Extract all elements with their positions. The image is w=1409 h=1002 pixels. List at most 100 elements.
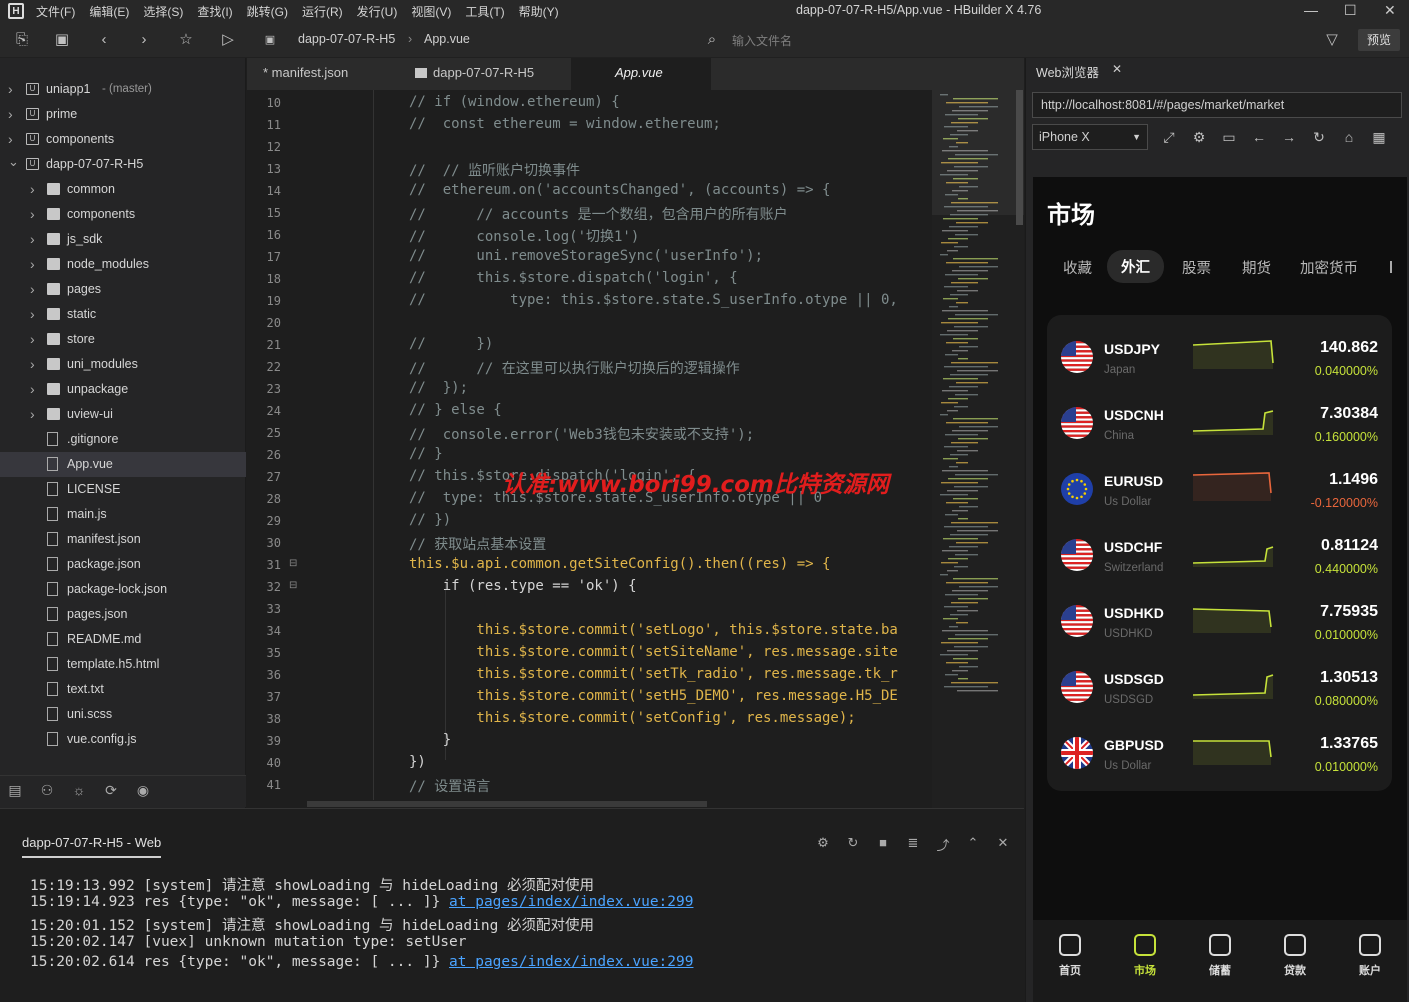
nav-home[interactable]: 首页 xyxy=(1045,934,1095,978)
code-editor[interactable]: 10 // if (window.ethereum) {11 // const et… xyxy=(247,90,932,800)
chevron-right-icon[interactable]: › xyxy=(30,206,35,222)
quote-row[interactable]: USDHKD USDHKD 7.75935 0.010000% xyxy=(1047,587,1392,653)
minimize-icon[interactable]: — xyxy=(1304,2,1318,18)
chevron-down-icon[interactable]: ⌄ xyxy=(8,154,19,170)
tree-item-19[interactable]: package.json xyxy=(0,552,246,577)
tree-item-6[interactable]: › js_sdk xyxy=(0,227,246,252)
run-icon[interactable]: ▷ xyxy=(218,30,238,50)
save-icon[interactable]: ▣ xyxy=(52,30,72,50)
tree-item-0[interactable]: › Uuniapp1 - (master) xyxy=(0,77,246,102)
tree-item-22[interactable]: README.md xyxy=(0,627,246,652)
category-tab-2[interactable]: 股票 xyxy=(1182,257,1211,278)
menu-view[interactable]: 视图(V) xyxy=(411,3,451,20)
log-source-link[interactable]: at pages/index/index.vue:299 xyxy=(449,894,693,910)
fold-toggle-icon[interactable]: ⊟ xyxy=(289,558,297,569)
tree-item-25[interactable]: uni.scss xyxy=(0,702,246,727)
star-icon[interactable]: ☆ xyxy=(176,30,196,50)
tree-item-14[interactable]: .gitignore xyxy=(0,427,246,452)
devtools-icon[interactable]: ▭ xyxy=(1220,128,1238,146)
grid-icon[interactable]: ▦ xyxy=(1370,128,1388,146)
quote-row[interactable]: USDSGD USDSGD 1.30513 0.080000% xyxy=(1047,653,1392,719)
chevron-right-icon[interactable]: › xyxy=(30,281,35,297)
url-bar[interactable]: http://localhost:8081/#/pages/market/mar… xyxy=(1032,92,1402,118)
close-console-icon[interactable]: ✕ xyxy=(995,835,1011,851)
tree-item-12[interactable]: › unpackage xyxy=(0,377,246,402)
minimap-viewport[interactable] xyxy=(932,90,1024,215)
tree-item-16[interactable]: LICENSE xyxy=(0,477,246,502)
chevron-right-icon[interactable]: › xyxy=(30,181,35,197)
tab-app-vue[interactable]: App.vue xyxy=(571,58,711,90)
chevron-right-icon[interactable]: › xyxy=(30,381,35,397)
chevron-right-icon[interactable]: › xyxy=(8,81,13,97)
explorer-icon[interactable]: ▤ xyxy=(6,782,24,800)
preview-button[interactable]: 预览 xyxy=(1358,29,1400,51)
tree-item-5[interactable]: › components xyxy=(0,202,246,227)
tree-item-20[interactable]: package-lock.json xyxy=(0,577,246,602)
menu-tools[interactable]: 工具(T) xyxy=(465,3,504,20)
lock-icon[interactable]: ⌂ xyxy=(1340,128,1358,146)
quote-row[interactable]: EURUSD Us Dollar 1.1496 -0.120000% xyxy=(1047,455,1392,521)
new-file-icon[interactable]: ⎘ xyxy=(12,30,32,50)
fold-toggle-icon[interactable]: ⊟ xyxy=(289,580,297,591)
binoculars-icon[interactable]: ⚇ xyxy=(38,782,56,800)
back-icon[interactable]: ‹ xyxy=(94,30,114,50)
chevron-right-icon[interactable]: › xyxy=(8,106,13,122)
tree-item-15[interactable]: App.vue xyxy=(0,452,246,477)
menu-find[interactable]: 查找(I) xyxy=(197,3,232,20)
device-select[interactable]: iPhone X ▼ xyxy=(1032,124,1148,150)
tree-item-7[interactable]: › node_modules xyxy=(0,252,246,277)
tree-item-10[interactable]: › store xyxy=(0,327,246,352)
menu-edit[interactable]: 编辑(E) xyxy=(89,3,129,20)
scrollbar-thumb[interactable] xyxy=(307,801,707,807)
tree-item-8[interactable]: › pages xyxy=(0,277,246,302)
vertical-scrollbar-thumb[interactable] xyxy=(1016,90,1023,225)
plugin-icon[interactable]: ◉ xyxy=(134,782,152,800)
console-tab[interactable]: dapp-07-07-R-H5 - Web xyxy=(22,835,162,858)
quote-row[interactable]: USDCHF Switzerland 0.81124 0.440000% xyxy=(1047,521,1392,587)
minimap[interactable] xyxy=(932,90,1024,808)
rotate-icon[interactable]: ⤢ xyxy=(1160,128,1178,146)
file-search-input[interactable]: 输入文件名 xyxy=(732,32,792,49)
breadcrumb-project[interactable]: dapp-07-07-R-H5 xyxy=(298,32,395,46)
forward-icon[interactable]: › xyxy=(134,30,154,50)
chevron-right-icon[interactable]: › xyxy=(30,406,35,422)
menu-file[interactable]: 文件(F) xyxy=(36,3,75,20)
quote-row[interactable]: USDCNH China 7.30384 0.160000% xyxy=(1047,389,1392,455)
refresh-icon[interactable]: ↻ xyxy=(1310,128,1328,146)
category-tab-4[interactable]: 加密货币 xyxy=(1300,257,1358,278)
chevron-right-icon[interactable]: › xyxy=(30,256,35,272)
tree-item-26[interactable]: vue.config.js xyxy=(0,727,246,752)
menu-publish[interactable]: 发行(U) xyxy=(357,3,398,20)
category-tab-1[interactable]: 外汇 xyxy=(1107,250,1164,283)
chevron-right-icon[interactable]: › xyxy=(30,306,35,322)
tree-item-18[interactable]: manifest.json xyxy=(0,527,246,552)
console-output[interactable]: 15:19:13.992 [system] 请注意 showLoading 与 … xyxy=(0,858,1024,1002)
tree-item-9[interactable]: › static xyxy=(0,302,246,327)
nav-loan[interactable]: 贷款 xyxy=(1270,934,1320,978)
filter-icon[interactable]: ▽ xyxy=(1322,30,1342,50)
menu-help[interactable]: 帮助(Y) xyxy=(519,3,559,20)
back-arrow-icon[interactable]: ← xyxy=(1250,128,1268,146)
git-icon[interactable]: ⟳ xyxy=(102,782,120,800)
category-tab-0[interactable]: 收藏 xyxy=(1063,257,1092,278)
chevron-right-icon[interactable]: › xyxy=(30,331,35,347)
settings-icon[interactable]: ⚙ xyxy=(1190,128,1208,146)
log-source-link[interactable]: at pages/index/index.vue:299 xyxy=(449,954,693,970)
menu-goto[interactable]: 跳转(G) xyxy=(247,3,288,20)
bug-icon[interactable]: ☼ xyxy=(70,782,88,800)
forward-arrow-icon[interactable]: → xyxy=(1280,128,1298,146)
tab-project[interactable]: dapp-07-07-R-H5 xyxy=(399,58,569,90)
tree-item-24[interactable]: text.txt xyxy=(0,677,246,702)
horizontal-scrollbar[interactable] xyxy=(247,800,932,808)
chevron-right-icon[interactable]: › xyxy=(30,356,35,372)
tab-manifest[interactable]: * manifest.json xyxy=(247,58,397,90)
browser-tab[interactable]: Web浏览器 xyxy=(1036,62,1099,81)
tree-item-3[interactable]: ⌄ Udapp-07-07-R-H5 xyxy=(0,152,246,177)
tree-item-2[interactable]: › Ucomponents xyxy=(0,127,246,152)
quote-row[interactable]: GBPUSD Us Dollar 1.33765 0.010000% xyxy=(1047,719,1392,785)
clear-log-icon[interactable]: ≣ xyxy=(905,835,921,851)
chevron-right-icon[interactable]: › xyxy=(8,131,13,147)
stop-icon[interactable]: ■ xyxy=(875,835,891,851)
tree-item-4[interactable]: › common xyxy=(0,177,246,202)
nav-market[interactable]: 市场 xyxy=(1120,934,1170,978)
